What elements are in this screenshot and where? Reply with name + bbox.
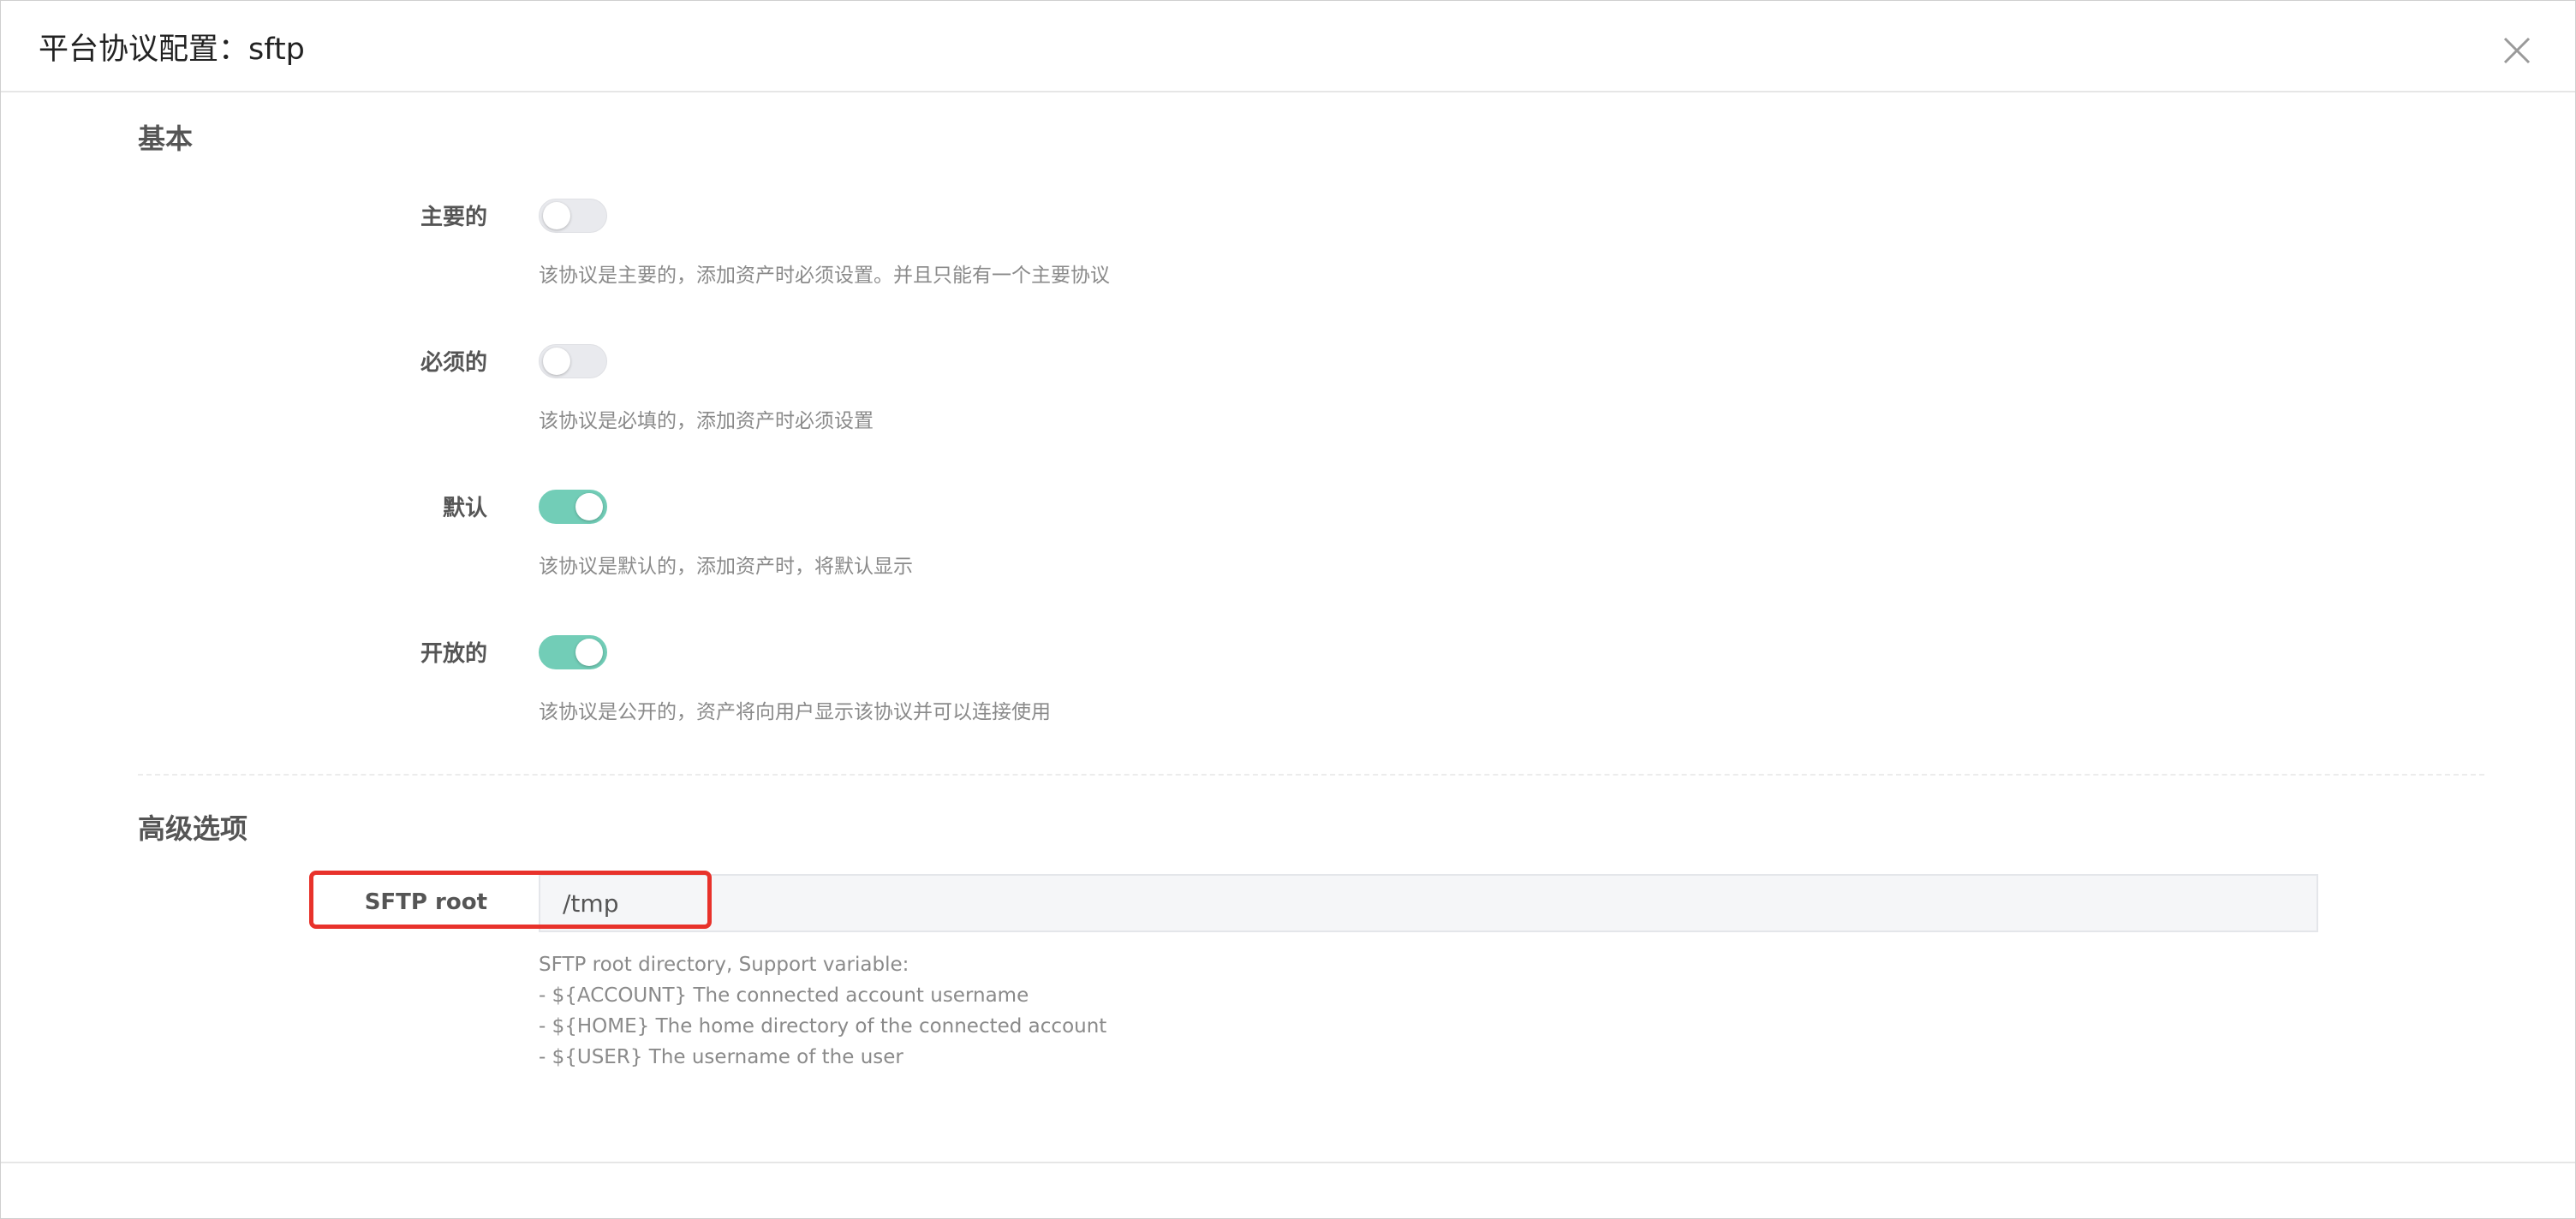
public-toggle[interactable]: [539, 635, 607, 669]
toggle-knob: [543, 348, 570, 375]
sftp-root-help-line: - ${USER} The username of the user: [539, 1046, 903, 1068]
section-title-advanced: 高级选项: [138, 812, 248, 845]
sftp-root-help-line: - ${HOME} The home directory of the conn…: [539, 1015, 1107, 1038]
required-help: 该协议是必填的，添加资产时必须设置: [539, 410, 874, 432]
sftp-root-help-line: - ${ACCOUNT} The connected account usern…: [539, 984, 1029, 1007]
dialog-header: 平台协议配置：sftp: [1, 1, 2575, 92]
section-title-basic: 基本: [138, 122, 194, 155]
toggle-knob: [575, 493, 603, 520]
toggle-knob: [575, 639, 603, 666]
sftp-root-label: SFTP root: [364, 889, 487, 915]
default-toggle[interactable]: [539, 490, 607, 524]
default-label: 默认: [442, 496, 487, 521]
primary-toggle[interactable]: [539, 199, 607, 233]
required-label: 必须的: [420, 350, 487, 376]
close-icon: [2503, 37, 2531, 64]
sftp-root-row: SFTP root: [309, 874, 2318, 932]
primary-label: 主要的: [420, 205, 487, 230]
sftp-root-help-line: SFTP root directory, Support variable:: [539, 954, 909, 976]
dialog-title: 平台协议配置：sftp: [39, 33, 305, 67]
sftp-root-input-wrapper: [539, 874, 2318, 932]
dialog-footer-divider: [1, 1162, 2575, 1163]
required-toggle[interactable]: [539, 344, 607, 378]
public-help: 该协议是公开的，资产将向用户显示该协议并可以连接使用: [539, 701, 1051, 723]
protocol-config-dialog: 平台协议配置：sftp 基本 主要的 该协议是主要的，添加资产时必须设置。并且只…: [0, 0, 2576, 1219]
sftp-root-help: SFTP root directory, Support variable: -…: [539, 949, 1106, 1073]
toggle-knob: [543, 202, 570, 229]
default-help: 该协议是默认的，添加资产时，将默认显示: [539, 556, 913, 578]
section-divider: [138, 774, 2484, 776]
close-button[interactable]: [2500, 33, 2534, 68]
sftp-root-input[interactable]: [540, 876, 2317, 931]
public-label: 开放的: [420, 641, 487, 667]
primary-help: 该协议是主要的，添加资产时必须设置。并且只能有一个主要协议: [539, 265, 1110, 287]
